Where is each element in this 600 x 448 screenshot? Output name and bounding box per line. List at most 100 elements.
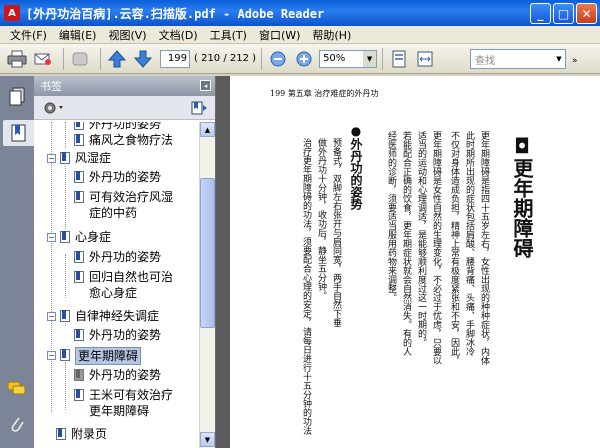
minimize-button[interactable]: _ — [530, 3, 551, 24]
chevron-down-icon: ▼ — [363, 50, 377, 67]
attachments-panel-button[interactable] — [5, 412, 29, 438]
toolbar-separator — [261, 47, 263, 70]
next-page-button[interactable] — [132, 48, 154, 70]
menu-view[interactable]: 视图(V) — [102, 27, 152, 43]
bookmarks-panel-button[interactable] — [3, 120, 34, 146]
bookmark-item[interactable]: − 风湿症 — [47, 150, 111, 166]
pdf-page: 199 第五章 治疗难症的外丹功 ◘更年期障碍 更年期障碍是指四十五岁左右，女性… — [230, 76, 600, 448]
options-gear-icon[interactable] — [42, 100, 66, 116]
expand-bookmark-icon[interactable] — [191, 100, 209, 116]
bookmark-label: 外丹功的姿势 — [89, 122, 162, 131]
menu-file[interactable]: 文件(F) — [4, 27, 53, 43]
pages-icon — [9, 87, 25, 106]
print-button[interactable] — [6, 48, 28, 70]
collapse-panel-button[interactable]: ◂ — [200, 80, 211, 91]
bookmark-icon — [60, 349, 71, 362]
menu-edit[interactable]: 编辑(E) — [53, 27, 103, 43]
bookmark-icon — [74, 369, 85, 382]
toolbar-separator — [63, 47, 64, 70]
bookmark-item-selected[interactable]: − 更年期障碍 — [47, 347, 142, 365]
bookmark-label: 风湿症 — [75, 151, 112, 165]
menu-tools[interactable]: 工具(T) — [204, 27, 253, 43]
bookmark-item[interactable]: 外丹功的姿势 — [74, 327, 161, 343]
bookmark-icon — [74, 134, 85, 147]
navigation-pane-strip — [0, 76, 34, 448]
bookmark-icon — [11, 124, 25, 142]
toolbar: 199 ( 210 / 212 ) 50% ▼ 查找 ▼ » — [0, 44, 600, 74]
menu-window[interactable]: 窗口(W) — [253, 27, 306, 43]
body-text-column: 此时期所出现的症状包括肩酸、腰背痛、头痛、手脚冰冷 — [464, 131, 474, 356]
menu-bar: 文件(F) 编辑(E) 视图(V) 文档(D) 工具(T) 窗口(W) 帮助(H… — [0, 26, 600, 44]
body-text-column: 适当的运动和心理调适，是能够顺利度过这一时期的。 — [416, 131, 426, 347]
bookmark-item[interactable]: 外丹功的姿势 — [74, 249, 161, 265]
body-text-column: 做外丹功十分钟，收功后，静坐五分钟。 — [316, 138, 326, 300]
bookmark-icon — [74, 271, 85, 284]
scroll-thumb[interactable] — [200, 178, 215, 328]
printer-icon — [7, 50, 27, 67]
menu-help[interactable]: 帮助(H) — [306, 27, 357, 43]
bookmarks-toolbar — [34, 96, 215, 120]
menu-document[interactable]: 文档(D) — [153, 27, 204, 43]
zoom-value: 50% — [323, 53, 346, 64]
bookmark-item[interactable]: − 自律神经失调症 — [47, 308, 159, 324]
zoom-select[interactable]: 50% ▼ — [319, 49, 378, 68]
collapse-toggle[interactable]: − — [47, 351, 56, 360]
bookmark-item[interactable]: 王米可有效治疗 更年期障碍 — [74, 387, 173, 419]
body-text-column: 更年期障碍是指四十五岁左右，女性出现的种种症状，内体 — [479, 131, 489, 365]
document-view[interactable]: 199 第五章 治疗难症的外丹功 ◘更年期障碍 更年期障碍是指四十五岁左右，女性… — [216, 76, 600, 448]
body-text-column: 预备式，双脚左右张开与肩同宽，两手自然下垂 — [331, 138, 341, 327]
previous-page-button[interactable] — [106, 48, 128, 70]
bookmark-label: 更年期障碍 — [75, 347, 142, 365]
maximize-button[interactable]: □ — [553, 3, 574, 24]
scroll-down-icon[interactable]: ▼ — [200, 432, 215, 447]
zoom-in-button[interactable] — [293, 48, 315, 70]
arrow-up-icon — [107, 49, 127, 67]
bookmark-item[interactable]: 外丹功的姿势 — [74, 367, 161, 383]
bookmark-icon — [74, 122, 85, 131]
bookmark-item[interactable]: 外丹功的姿势 — [74, 122, 161, 132]
bookmark-label: 外丹功的姿势 — [89, 328, 162, 342]
bookmark-label: 痛风之食物疗法 — [89, 133, 174, 147]
bookmark-label: 外丹功的姿势 — [89, 250, 162, 264]
bookmark-item[interactable]: − 心身症 — [47, 229, 111, 245]
bookmarks-scrollbar[interactable]: ▲ ▼ — [199, 122, 215, 448]
bookmark-item[interactable]: 外丹功的姿势 — [74, 169, 161, 185]
fit-width-button[interactable] — [414, 48, 436, 70]
fit-page-button[interactable] — [388, 48, 410, 70]
bookmark-icon — [74, 251, 85, 264]
email-icon — [34, 53, 51, 65]
scroll-up-icon[interactable]: ▲ — [200, 122, 215, 137]
panel-title: 书签 — [40, 80, 62, 93]
bookmark-item[interactable]: 痛风之食物疗法 — [74, 132, 173, 148]
hand-tool-button[interactable] — [69, 48, 91, 70]
bookmarks-panel: 书签 ◂ 外丹功的姿势 痛风之食物疗法 − 风湿症 外丹功的姿势 可有效治疗风湿… — [34, 76, 216, 448]
chevron-down-icon: ▼ — [556, 55, 562, 63]
bookmark-icon — [74, 329, 85, 342]
toolbar-separator — [100, 47, 101, 70]
body-text-column: 治疗更年期障碍的功法，须要配合心理的安定，请每日进行十五分钟的功法 — [301, 138, 311, 435]
pages-panel-button[interactable] — [5, 84, 29, 110]
bookmark-item[interactable]: 可有效治疗风湿 症的中药 — [74, 189, 173, 221]
bookmark-icon — [74, 191, 85, 204]
collapse-toggle[interactable]: − — [47, 154, 56, 163]
zoom-out-icon — [270, 51, 286, 66]
email-button[interactable] — [32, 48, 54, 70]
bookmark-item[interactable]: 回归自然也可治 愈心身症 — [74, 269, 173, 301]
comments-panel-button[interactable] — [5, 376, 29, 402]
bookmark-tree: 外丹功的姿势 痛风之食物疗法 − 风湿症 外丹功的姿势 可有效治疗风湿 症的中药 … — [34, 122, 199, 448]
zoom-out-button[interactable] — [267, 48, 289, 70]
body-text-column: 不仅对身体造成负担，精神上常有极度紧张和不安，因此， — [449, 131, 459, 365]
bookmark-label: 心身症 — [75, 230, 112, 244]
bookmark-label: 外丹功的姿势 — [89, 170, 162, 184]
collapse-toggle[interactable]: − — [47, 312, 56, 321]
collapse-toggle[interactable]: − — [47, 233, 56, 242]
bookmark-icon — [60, 231, 71, 244]
toolbar-overflow-button[interactable]: » — [572, 56, 578, 66]
title-bar: A [外丹功治百病].云容.扫描版.pdf - Adobe Reader _ □… — [0, 0, 600, 26]
search-input[interactable]: 查找 ▼ — [470, 49, 566, 69]
close-button[interactable]: ✕ — [576, 3, 597, 24]
paperclip-icon — [11, 417, 24, 432]
bookmark-item[interactable]: 附录页 — [56, 426, 107, 442]
page-number-input[interactable]: 199 — [160, 49, 190, 68]
body-text-column: 更年期障碍是女性自然的生理变化，不必过于忧虑，只要以 — [431, 131, 441, 365]
